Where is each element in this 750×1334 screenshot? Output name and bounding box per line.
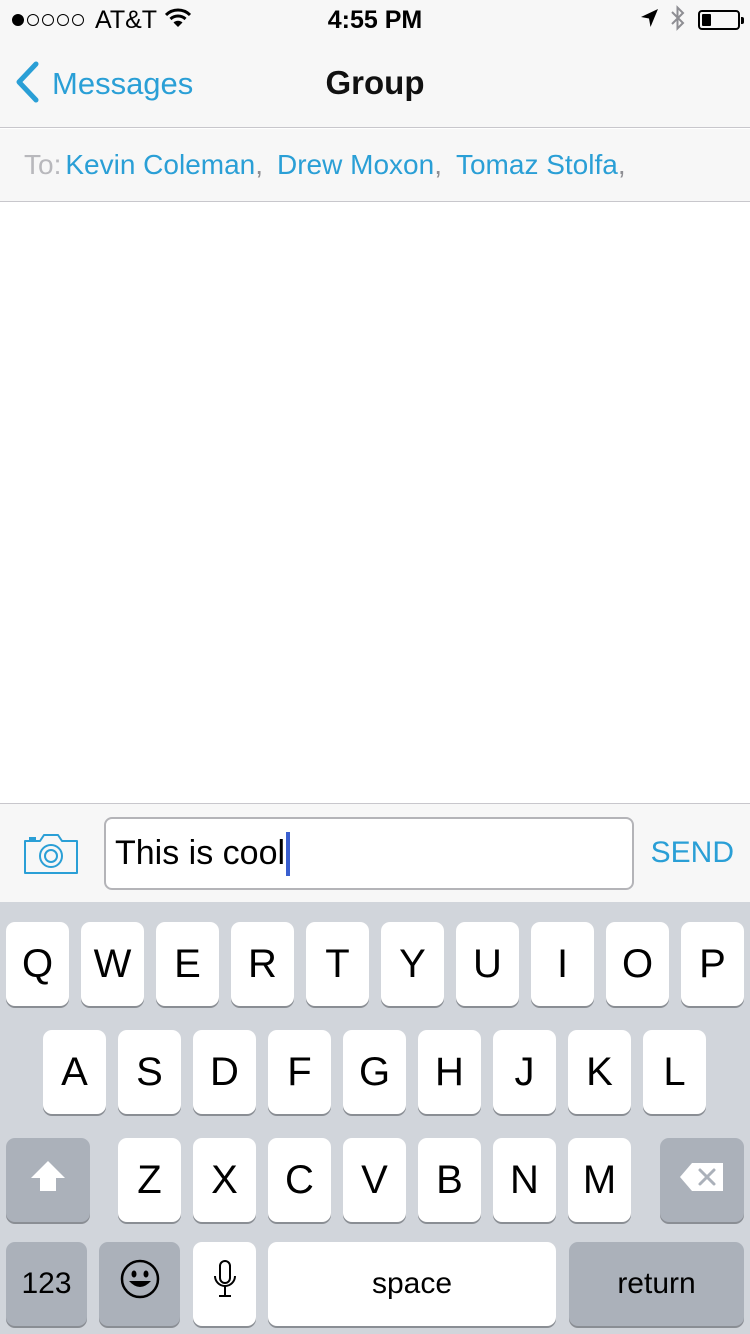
shift-key[interactable] [6,1138,90,1222]
recipient-separator: , [434,149,442,180]
key-a[interactable]: A [43,1030,106,1114]
key-o[interactable]: O [606,922,669,1006]
key-n[interactable]: N [493,1138,556,1222]
key-t[interactable]: T [306,922,369,1006]
key-m[interactable]: M [568,1138,631,1222]
recipient-chip[interactable]: Kevin Coleman [65,149,255,181]
battery-icon [698,10,744,30]
message-input-value: This is cool [115,834,286,872]
recipient-separator: , [617,149,626,180]
bluetooth-icon [670,4,686,36]
delete-icon [678,1158,726,1203]
key-f[interactable]: F [268,1030,331,1114]
microphone-icon [212,1259,238,1309]
status-time: 4:55 PM [327,6,423,34]
message-input[interactable]: This is cool [104,817,634,890]
recipient-chip[interactable]: Drew Moxon [277,149,434,181]
keyboard: Q W E R T Y U I O P A S D F G H J K L Z … [0,902,750,1334]
key-e[interactable]: E [156,922,219,1006]
key-s[interactable]: S [118,1030,181,1114]
key-k[interactable]: K [568,1030,631,1114]
key-l[interactable]: L [643,1030,706,1114]
recipient-chip[interactable]: Tomaz Stolfa [456,149,618,181]
page-title: Group [325,64,425,101]
key-u[interactable]: U [456,922,519,1006]
key-y[interactable]: Y [381,922,444,1006]
compose-bar: This is cool SEND [0,803,750,902]
key-b[interactable]: B [418,1138,481,1222]
key-j[interactable]: J [493,1030,556,1114]
to-label: To: [24,149,62,180]
send-button[interactable]: SEND [651,836,734,870]
status-bar: AT&T 4:55 PM [0,0,750,40]
key-w[interactable]: W [81,922,144,1006]
emoji-icon [119,1258,161,1310]
numbers-key[interactable]: 123 [6,1242,87,1326]
location-arrow-icon [640,8,660,33]
shift-icon [29,1158,67,1203]
key-g[interactable]: G [343,1030,406,1114]
emoji-key[interactable] [99,1242,180,1326]
camera-icon[interactable] [22,832,82,878]
key-d[interactable]: D [193,1030,256,1114]
key-r[interactable]: R [231,922,294,1006]
key-q[interactable]: Q [6,922,69,1006]
text-caret [286,831,291,876]
key-i[interactable]: I [531,922,594,1006]
delete-key[interactable] [660,1138,744,1222]
dictation-key[interactable] [193,1242,256,1326]
key-v[interactable]: V [343,1138,406,1222]
space-key[interactable]: space [268,1242,556,1326]
key-p[interactable]: P [681,922,744,1006]
return-key[interactable]: return [569,1242,744,1326]
key-c[interactable]: C [268,1138,331,1222]
key-x[interactable]: X [193,1138,256,1222]
navigation-bar: Messages Group [0,40,750,128]
key-h[interactable]: H [418,1030,481,1114]
message-thread[interactable] [0,202,750,803]
status-right [640,4,744,36]
recipient-separator: , [255,149,264,180]
to-field[interactable]: To: Kevin Coleman, Drew Moxon, Tomaz Sto… [0,129,750,202]
key-z[interactable]: Z [118,1138,181,1222]
